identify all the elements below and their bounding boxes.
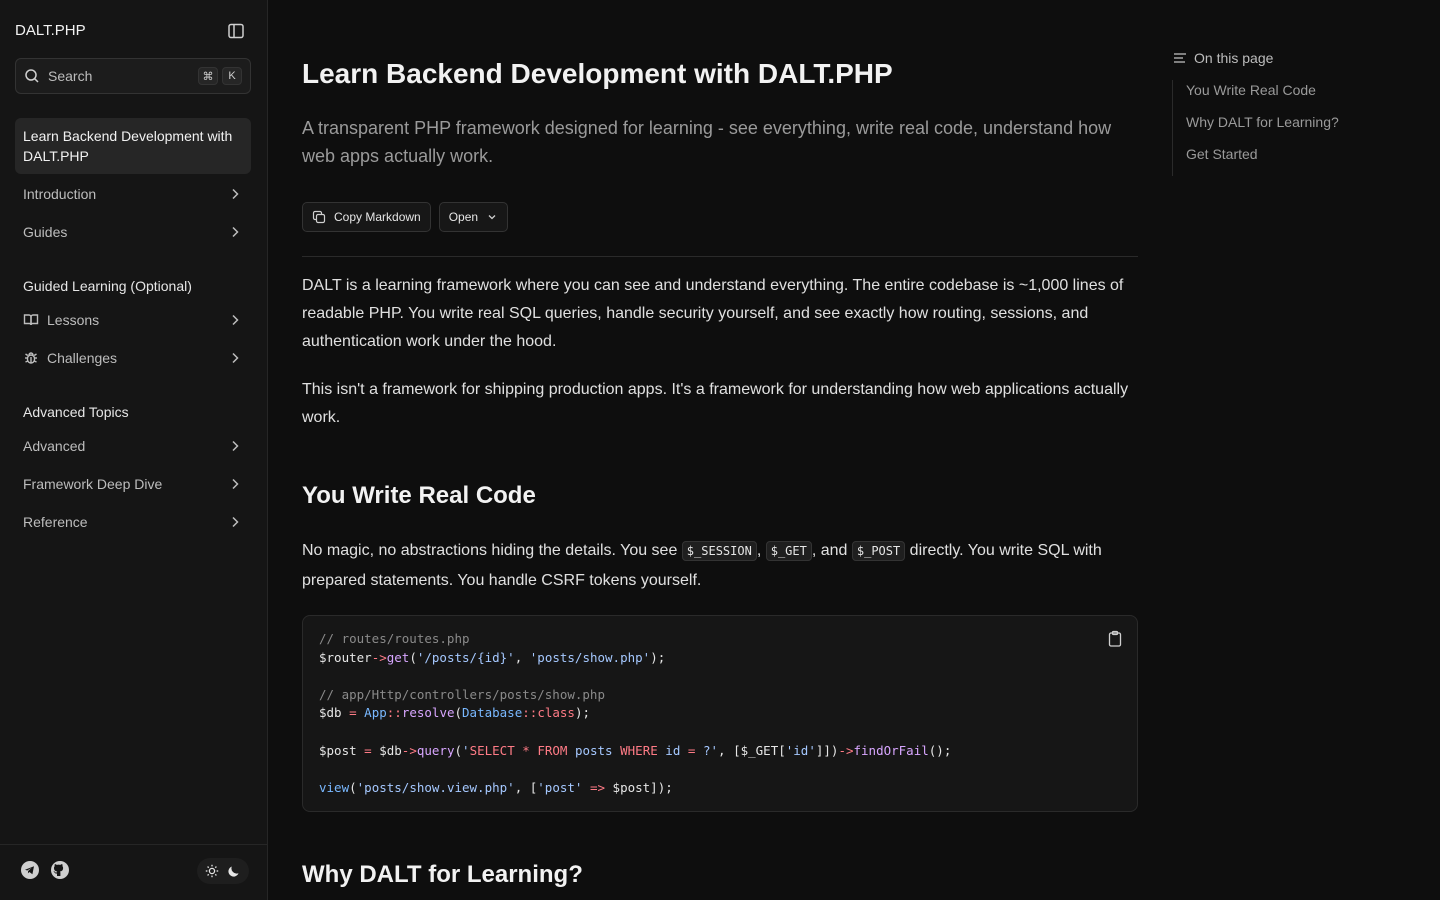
sidebar-item-lessons[interactable]: Lessons bbox=[15, 303, 251, 337]
toc-link-get-started[interactable]: Get Started bbox=[1186, 144, 1339, 176]
chevron-down-icon bbox=[486, 211, 498, 223]
copy-markdown-button[interactable]: Copy Markdown bbox=[302, 202, 431, 232]
moon-icon[interactable] bbox=[225, 862, 243, 880]
copy-markdown-label: Copy Markdown bbox=[334, 210, 421, 224]
search-placeholder: Search bbox=[48, 68, 93, 84]
inline-code-session: $_SESSION bbox=[681, 541, 757, 561]
page-subtitle: A transparent PHP framework designed for… bbox=[302, 118, 1112, 166]
clipboard-icon[interactable] bbox=[1107, 630, 1125, 648]
shortcut-cmd-key: ⌘ bbox=[198, 67, 218, 85]
chevron-right-icon bbox=[227, 438, 243, 454]
sidebar-item-label: Lessons bbox=[47, 312, 100, 328]
copy-icon bbox=[312, 210, 326, 224]
sidebar-item-advanced[interactable]: Advanced bbox=[15, 429, 251, 463]
sidebar-toggle-icon bbox=[228, 23, 244, 39]
text-run: , and bbox=[811, 542, 852, 559]
table-of-contents: On this page You Write Real Code Why DAL… bbox=[1172, 48, 1412, 176]
chevron-right-icon bbox=[227, 350, 243, 366]
toc-link-why-dalt[interactable]: Why DALT for Learning? bbox=[1186, 112, 1339, 144]
open-label: Open bbox=[448, 210, 479, 224]
toc-link-real-code[interactable]: You Write Real Code bbox=[1186, 80, 1339, 112]
sidebar-item-label: Introduction bbox=[23, 186, 97, 202]
section-heading-real-code: You Write Real Code bbox=[302, 482, 536, 509]
section-heading-why-dalt: Why DALT for Learning? bbox=[302, 861, 583, 888]
sidebar-item-guides[interactable]: Guides bbox=[15, 215, 251, 249]
code-block[interactable]: // routes/routes.php $router->get('/post… bbox=[302, 615, 1138, 812]
brand-title[interactable]: DALT.PHP bbox=[15, 22, 86, 39]
sidebar-item-home[interactable]: Learn Backend Development with DALT.PHP bbox=[15, 118, 251, 174]
sidebar-item-label: Framework Deep Dive bbox=[23, 476, 163, 492]
shortcut-k-key: K bbox=[222, 67, 242, 85]
search-icon bbox=[25, 69, 39, 83]
chevron-right-icon bbox=[227, 312, 243, 328]
open-dropdown-button[interactable]: Open bbox=[438, 202, 509, 232]
toc-heading-label: On this page bbox=[1194, 50, 1274, 66]
page-title: Learn Backend Development with DALT.PHP bbox=[302, 58, 893, 89]
chevron-right-icon bbox=[227, 186, 243, 202]
sidebar-item-label: Challenges bbox=[47, 350, 118, 366]
group-title-guided-learning: Guided Learning (Optional) bbox=[23, 278, 192, 294]
theme-toggle[interactable] bbox=[197, 858, 249, 884]
sidebar-item-introduction[interactable]: Introduction bbox=[15, 177, 251, 211]
sidebar-item-label: Guides bbox=[23, 224, 68, 240]
intro-paragraph: DALT is a learning framework where you c… bbox=[302, 277, 1124, 350]
sidebar-toggle-button[interactable] bbox=[226, 21, 246, 41]
book-icon bbox=[23, 312, 39, 328]
telegram-icon[interactable] bbox=[20, 860, 40, 880]
sidebar-item-label: Reference bbox=[23, 514, 88, 530]
divider bbox=[302, 256, 1138, 257]
group-title-advanced-topics: Advanced Topics bbox=[23, 404, 129, 420]
bug-icon bbox=[23, 350, 39, 366]
text-run: No magic, no abstractions hiding the det… bbox=[302, 542, 682, 559]
sidebar-item-challenges[interactable]: Challenges bbox=[15, 341, 251, 375]
inline-code-get: $_GET bbox=[765, 541, 812, 561]
toc-list: You Write Real Code Why DALT for Learnin… bbox=[1172, 80, 1339, 176]
search-input[interactable]: Search ⌘ K bbox=[15, 58, 251, 94]
purpose-paragraph: This isn't a framework for shipping prod… bbox=[302, 381, 1129, 426]
sidebar-item-label: Advanced bbox=[23, 438, 86, 454]
list-icon bbox=[1172, 50, 1188, 66]
chevron-right-icon bbox=[227, 514, 243, 530]
page-actions: Copy Markdown Open bbox=[302, 202, 509, 232]
github-icon[interactable] bbox=[50, 860, 70, 880]
sidebar-item-framework-deep-dive[interactable]: Framework Deep Dive bbox=[15, 467, 251, 501]
sun-icon[interactable] bbox=[203, 862, 221, 880]
sidebar-footer bbox=[0, 844, 267, 900]
sidebar: DALT.PHP Search ⌘ K Learn Backend Develo… bbox=[0, 0, 268, 900]
chevron-right-icon bbox=[227, 476, 243, 492]
sidebar-item-reference[interactable]: Reference bbox=[15, 505, 251, 539]
real-code-paragraph: No magic, no abstractions hiding the det… bbox=[302, 536, 1138, 596]
toc-heading: On this page bbox=[1172, 48, 1412, 68]
chevron-right-icon bbox=[227, 224, 243, 240]
text-run: , bbox=[756, 542, 766, 559]
inline-code-post: $_POST bbox=[851, 541, 906, 561]
